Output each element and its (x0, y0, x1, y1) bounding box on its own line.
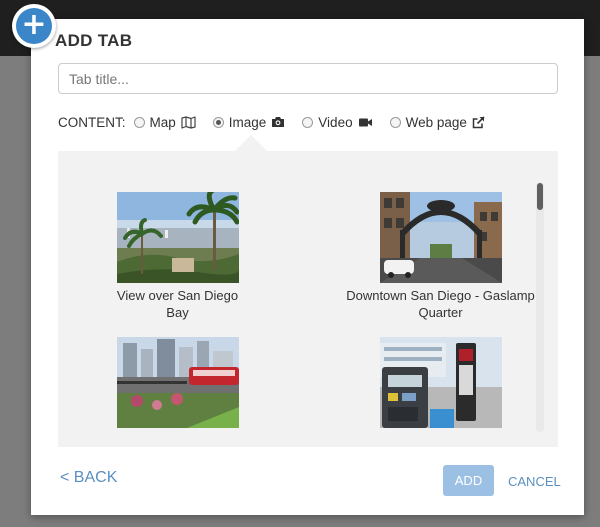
scrollbar-track[interactable] (536, 182, 544, 432)
image-caption: Downtown San Diego - Gaslamp Quarter (346, 288, 535, 320)
tab-title-input[interactable] (58, 63, 558, 94)
image-card[interactable] (107, 337, 248, 432)
external-link-icon (472, 115, 485, 129)
content-option-map[interactable]: Map (133, 114, 196, 130)
image-thumbnail-parking-kiosk (379, 337, 502, 428)
image-card[interactable]: View over San Diego Bay (107, 192, 248, 321)
image-thumbnail-san-diego-bay (116, 192, 239, 283)
camera-icon (271, 116, 285, 128)
image-card[interactable]: Downtown San Diego - Gaslamp Quarter (342, 192, 539, 321)
add-tab-dialog: ADD TAB CONTENT: Map Image Video (31, 19, 584, 515)
map-option-label: Map (149, 114, 176, 130)
video-camera-icon (358, 117, 373, 128)
back-button[interactable]: < BACK (60, 469, 117, 487)
content-option-video[interactable]: Video (302, 115, 372, 130)
image-radio[interactable] (212, 116, 224, 128)
image-thumbnail-gaslamp-quarter (379, 192, 502, 283)
add-button[interactable]: ADD (443, 465, 494, 496)
image-option-label: Image (228, 114, 267, 130)
dialog-title: ADD TAB (55, 31, 133, 50)
video-option-label: Video (318, 114, 353, 130)
image-caption: View over San Diego Bay (116, 288, 239, 320)
panel-pointer (235, 135, 267, 151)
map-radio[interactable] (133, 116, 145, 128)
cancel-button[interactable]: CANCEL (508, 474, 561, 489)
content-option-image[interactable]: Image (212, 114, 286, 130)
image-thumbnail-trolley (116, 337, 239, 428)
plus-icon: + (16, 8, 52, 44)
gallery-scrollbar[interactable] (536, 182, 544, 432)
content-option-web-page[interactable]: Web page (389, 114, 485, 130)
web-page-option-label: Web page (405, 114, 467, 130)
image-card[interactable] (342, 337, 539, 432)
image-gallery: View over San Diego Bay Downtown San Die… (58, 151, 558, 447)
content-type-selector: CONTENT: Map Image Video Web page (58, 112, 502, 132)
content-label: CONTENT: (58, 114, 126, 130)
map-icon (181, 115, 196, 129)
scrollbar-thumb[interactable] (537, 183, 543, 210)
web-page-radio[interactable] (389, 116, 401, 128)
add-tab-badge: + (12, 4, 56, 48)
video-radio[interactable] (302, 116, 314, 128)
